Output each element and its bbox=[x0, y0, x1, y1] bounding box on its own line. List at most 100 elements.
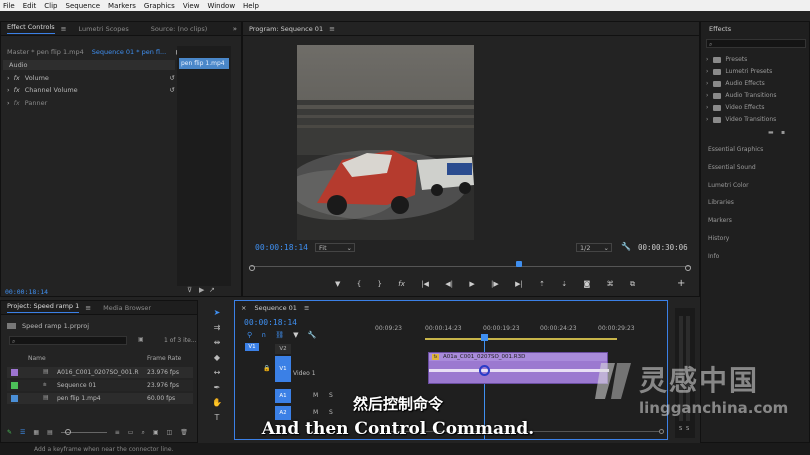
expand-chevron-icon[interactable]: › bbox=[7, 99, 10, 107]
expand-chevron-icon[interactable]: › bbox=[7, 86, 10, 94]
expand-chevron-icon[interactable]: › bbox=[706, 92, 708, 99]
panel-essential-graphics[interactable]: Essential Graphics bbox=[708, 146, 763, 153]
expand-chevron-icon[interactable]: › bbox=[7, 74, 10, 82]
export-icon[interactable]: ↗ bbox=[209, 286, 215, 294]
tab-lumetri-scopes[interactable]: Lumetri Scopes bbox=[73, 25, 135, 33]
track-select-icon[interactable]: ⇉ bbox=[214, 323, 221, 332]
effects-folder-audio-transitions[interactable]: › Audio Transitions bbox=[706, 90, 777, 101]
delete-icon[interactable]: ▪ bbox=[781, 129, 785, 136]
nest-icon[interactable]: ⚲ bbox=[247, 331, 252, 339]
add-button-icon[interactable]: + bbox=[677, 278, 685, 289]
track-v2-target[interactable]: V2 bbox=[275, 344, 291, 354]
expand-chevron-icon[interactable]: › bbox=[706, 56, 708, 63]
razor-icon[interactable]: ◆ bbox=[214, 353, 220, 362]
effects-search[interactable]: ⌕ bbox=[706, 39, 806, 48]
keyframe-cursor[interactable] bbox=[479, 365, 490, 376]
snap-icon[interactable]: ∩ bbox=[261, 331, 266, 339]
effect-panner[interactable]: › fx Panner bbox=[7, 97, 175, 109]
tab-project[interactable]: Project: Speed ramp 1 bbox=[1, 302, 85, 313]
overflow-chevron-icon[interactable]: » bbox=[233, 25, 237, 33]
play-icon[interactable]: ▶ bbox=[199, 286, 204, 294]
effects-folder-audio-effects[interactable]: › Audio Effects bbox=[706, 78, 765, 89]
close-icon[interactable]: × bbox=[241, 304, 246, 312]
menu-window[interactable]: Window bbox=[207, 2, 235, 10]
tab-effect-controls[interactable]: Effect Controls bbox=[1, 23, 61, 34]
effect-volume[interactable]: › fx Volume ↺ bbox=[7, 72, 175, 84]
menu-markers[interactable]: Markers bbox=[108, 2, 136, 10]
program-timecode[interactable]: 00:00:18:14 bbox=[255, 243, 308, 252]
expand-chevron-icon[interactable]: › bbox=[706, 68, 708, 75]
effects-folder-lumetri-presets[interactable]: › Lumetri Presets bbox=[706, 66, 772, 77]
step-forward-icon[interactable]: |▶ bbox=[491, 280, 499, 290]
master-label[interactable]: Master * pen flip 1.mp4 bbox=[7, 48, 84, 56]
pen-tool-icon[interactable]: ✒ bbox=[214, 383, 221, 392]
fx-toggle-icon[interactable]: fx bbox=[398, 280, 405, 290]
menu-graphics[interactable]: Graphics bbox=[144, 2, 175, 10]
label-color-swatch[interactable] bbox=[11, 369, 18, 376]
effects-folder-video-effects[interactable]: › Video Effects bbox=[706, 102, 765, 113]
new-bin-icon[interactable]: ▣ bbox=[138, 336, 144, 343]
zoom-handle-left[interactable] bbox=[249, 265, 255, 271]
new-bin-icon[interactable]: ▬ bbox=[768, 129, 774, 136]
project-search[interactable]: ⌕ bbox=[9, 336, 127, 345]
timeline-timecode[interactable]: 00:00:18:14 bbox=[244, 318, 297, 327]
ec-clip-bar[interactable]: pen flip 1.mp4 bbox=[179, 58, 229, 69]
expand-chevron-icon[interactable]: › bbox=[706, 80, 708, 87]
menu-edit[interactable]: Edit bbox=[23, 2, 37, 10]
panel-essential-sound[interactable]: Essential Sound bbox=[708, 164, 756, 171]
lock-icon[interactable]: 🔒 bbox=[263, 365, 270, 372]
play-button[interactable]: ▶ bbox=[469, 280, 474, 290]
panel-lumetri-color[interactable]: Lumetri Color bbox=[708, 182, 749, 189]
ec-timecode[interactable]: 00:00:18:14 bbox=[5, 288, 48, 296]
menu-sequence[interactable]: Sequence bbox=[66, 2, 101, 10]
menu-file[interactable]: File bbox=[3, 2, 15, 10]
menu-view[interactable]: View bbox=[183, 2, 200, 10]
effects-title[interactable]: Effects bbox=[709, 25, 731, 33]
sequence-menu-icon[interactable]: ≡ bbox=[304, 304, 309, 312]
expand-chevron-icon[interactable]: › bbox=[706, 116, 708, 123]
add-marker-icon[interactable]: ▼ bbox=[293, 331, 298, 339]
selection-tool-icon[interactable]: ➤ bbox=[214, 308, 221, 317]
camera-icon[interactable]: ⌘ bbox=[607, 280, 614, 290]
comparison-icon[interactable]: ⧉ bbox=[630, 280, 635, 290]
effect-channel-volume[interactable]: › fx Channel Volume ↺ bbox=[7, 84, 175, 96]
slip-tool-icon[interactable]: ↔ bbox=[214, 368, 221, 377]
reset-icon[interactable]: ↺ bbox=[170, 74, 175, 82]
col-rate-header[interactable]: Frame Rate bbox=[147, 355, 181, 362]
linked-select-icon[interactable]: ⛓ bbox=[275, 331, 284, 339]
timeline-clip[interactable]: fx A01a_C001_0207SO_001.R3D bbox=[428, 352, 609, 384]
resolution-dropdown[interactable]: 1/2 ⌄ bbox=[576, 243, 612, 252]
wrench-icon[interactable]: 🔧 bbox=[621, 242, 631, 251]
tab-media-browser[interactable]: Media Browser bbox=[97, 304, 157, 312]
sequence-label[interactable]: Sequence 01 * pen fl... bbox=[92, 48, 166, 56]
project-list-item[interactable]: ▤ A016_C001_0207SO_001.R 23.976 fps bbox=[7, 367, 193, 378]
expand-chevron-icon[interactable]: › bbox=[706, 104, 708, 111]
project-menu-icon[interactable]: ≡ bbox=[85, 304, 91, 312]
fit-dropdown[interactable]: Fit ⌄ bbox=[315, 243, 355, 252]
panel-markers[interactable]: Markers bbox=[708, 217, 732, 224]
playhead-marker[interactable] bbox=[516, 261, 522, 267]
effects-folder-presets[interactable]: › Presets bbox=[706, 54, 747, 65]
ripple-edit-icon[interactable]: ⇹ bbox=[214, 338, 221, 347]
src-v1-patch[interactable]: V1 bbox=[245, 343, 259, 351]
work-area-bar[interactable] bbox=[425, 338, 617, 340]
playhead-head[interactable] bbox=[481, 334, 488, 341]
settings-wrench-icon[interactable]: 🔧 bbox=[308, 331, 317, 339]
project-list-item[interactable]: ⩧ Sequence 01 23.976 fps bbox=[7, 380, 193, 391]
menu-help[interactable]: Help bbox=[243, 2, 259, 10]
program-scrubber[interactable] bbox=[249, 260, 691, 272]
panel-history[interactable]: History bbox=[708, 235, 729, 242]
menu-clip[interactable]: Clip bbox=[44, 2, 57, 10]
lift-icon[interactable]: ⇡ bbox=[539, 280, 545, 290]
tab-source[interactable]: Source: (no clips) bbox=[145, 25, 214, 33]
label-color-swatch[interactable] bbox=[11, 382, 18, 389]
go-to-in-icon[interactable]: |◀ bbox=[421, 280, 429, 290]
track-v1-target[interactable]: V1 bbox=[275, 356, 291, 382]
effects-folder-video-transitions[interactable]: › Video Transitions bbox=[706, 114, 776, 125]
step-back-icon[interactable]: ◀| bbox=[445, 280, 453, 290]
extract-icon[interactable]: ⇣ bbox=[561, 280, 567, 290]
mark-in-icon[interactable]: { bbox=[357, 280, 361, 290]
timeline-ruler[interactable]: 00:09:23 00:00:14:23 00:00:19:23 00:00:2… bbox=[375, 325, 665, 343]
panel-info[interactable]: Info bbox=[708, 253, 719, 260]
col-name-header[interactable]: Name bbox=[28, 355, 46, 362]
